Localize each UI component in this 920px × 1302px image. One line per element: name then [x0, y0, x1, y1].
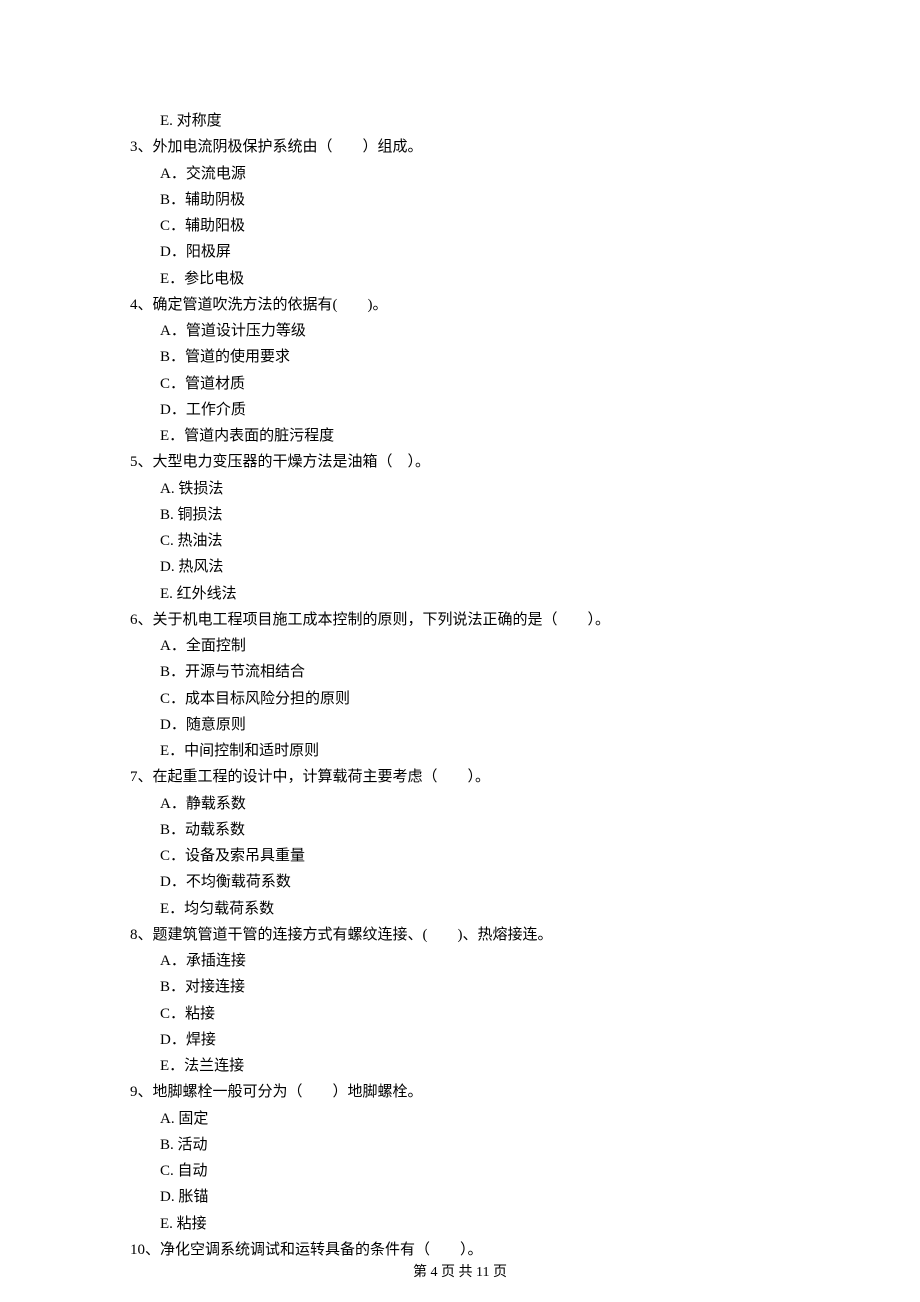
question: 8、题建筑管道干管的连接方式有螺纹连接、( )、热熔接连。A．承插连接B．对接连… [130, 922, 820, 1080]
question: 3、外加电流阴极保护系统由（ ）组成。A．交流电源B．辅助阴极C．辅助阳极D．阳… [130, 134, 820, 292]
question-option: C．粘接 [130, 1001, 820, 1027]
question-option: E．参比电极 [130, 266, 820, 292]
question-option: C. 热油法 [130, 528, 820, 554]
question-stem: 3、外加电流阴极保护系统由（ ）组成。 [130, 134, 820, 160]
question-option: A. 固定 [130, 1106, 820, 1132]
question-option: E. 红外线法 [130, 581, 820, 607]
question-option: A．管道设计压力等级 [130, 318, 820, 344]
question-option: E．中间控制和适时原则 [130, 738, 820, 764]
question-option: D. 热风法 [130, 554, 820, 580]
question-stem: 10、净化空调系统调试和运转具备的条件有（ ）。 [130, 1237, 820, 1263]
question-option: E. 粘接 [130, 1211, 820, 1237]
question: 5、大型电力变压器的干燥方法是油箱（ ）。A. 铁损法B. 铜损法C. 热油法D… [130, 449, 820, 607]
question-option: C．设备及索吊具重量 [130, 843, 820, 869]
question: 6、关于机电工程项目施工成本控制的原则，下列说法正确的是（ ）。A．全面控制B．… [130, 607, 820, 765]
page-footer: 第 4 页 共 11 页 [0, 1261, 920, 1286]
question: 9、地脚螺栓一般可分为（ ）地脚螺栓。A. 固定B. 活动C. 自动D. 胀锚E… [130, 1079, 820, 1237]
question: 10、净化空调系统调试和运转具备的条件有（ ）。 [130, 1237, 820, 1263]
question-option: A．交流电源 [130, 161, 820, 187]
question-option: E．法兰连接 [130, 1053, 820, 1079]
question-option: A. 铁损法 [130, 476, 820, 502]
question-stem: 8、题建筑管道干管的连接方式有螺纹连接、( )、热熔接连。 [130, 922, 820, 948]
question-option: D．焊接 [130, 1027, 820, 1053]
questions-container: 3、外加电流阴极保护系统由（ ）组成。A．交流电源B．辅助阴极C．辅助阳极D．阳… [130, 134, 820, 1263]
question-stem: 6、关于机电工程项目施工成本控制的原则，下列说法正确的是（ ）。 [130, 607, 820, 633]
question-option: D. 胀锚 [130, 1184, 820, 1210]
question-option: C．辅助阳极 [130, 213, 820, 239]
question-option: A．静载系数 [130, 791, 820, 817]
question-option: D．不均衡载荷系数 [130, 869, 820, 895]
question-stem: 9、地脚螺栓一般可分为（ ）地脚螺栓。 [130, 1079, 820, 1105]
question-option: C．管道材质 [130, 371, 820, 397]
question-option: D．阳极屏 [130, 239, 820, 265]
question-option: B. 铜损法 [130, 502, 820, 528]
question-option: D．随意原则 [130, 712, 820, 738]
question: 4、确定管道吹洗方法的依据有( )。A．管道设计压力等级B．管道的使用要求C．管… [130, 292, 820, 450]
question: 7、在起重工程的设计中，计算载荷主要考虑（ ）。A．静载系数B．动载系数C．设备… [130, 764, 820, 922]
question-option: B．对接连接 [130, 974, 820, 1000]
question-option: A．承插连接 [130, 948, 820, 974]
question-option: B．辅助阴极 [130, 187, 820, 213]
question-option: C. 自动 [130, 1158, 820, 1184]
question-option: B．开源与节流相结合 [130, 659, 820, 685]
leading-option: E. 对称度 [130, 108, 820, 134]
question-option: B．动载系数 [130, 817, 820, 843]
question-stem: 5、大型电力变压器的干燥方法是油箱（ ）。 [130, 449, 820, 475]
question-stem: 7、在起重工程的设计中，计算载荷主要考虑（ ）。 [130, 764, 820, 790]
page-content: E. 对称度 3、外加电流阴极保护系统由（ ）组成。A．交流电源B．辅助阴极C．… [0, 0, 920, 1263]
question-option: E．均匀载荷系数 [130, 896, 820, 922]
question-stem: 4、确定管道吹洗方法的依据有( )。 [130, 292, 820, 318]
question-option: A．全面控制 [130, 633, 820, 659]
question-option: B．管道的使用要求 [130, 344, 820, 370]
question-option: B. 活动 [130, 1132, 820, 1158]
question-option: C．成本目标风险分担的原则 [130, 686, 820, 712]
question-option: D．工作介质 [130, 397, 820, 423]
question-option: E．管道内表面的脏污程度 [130, 423, 820, 449]
